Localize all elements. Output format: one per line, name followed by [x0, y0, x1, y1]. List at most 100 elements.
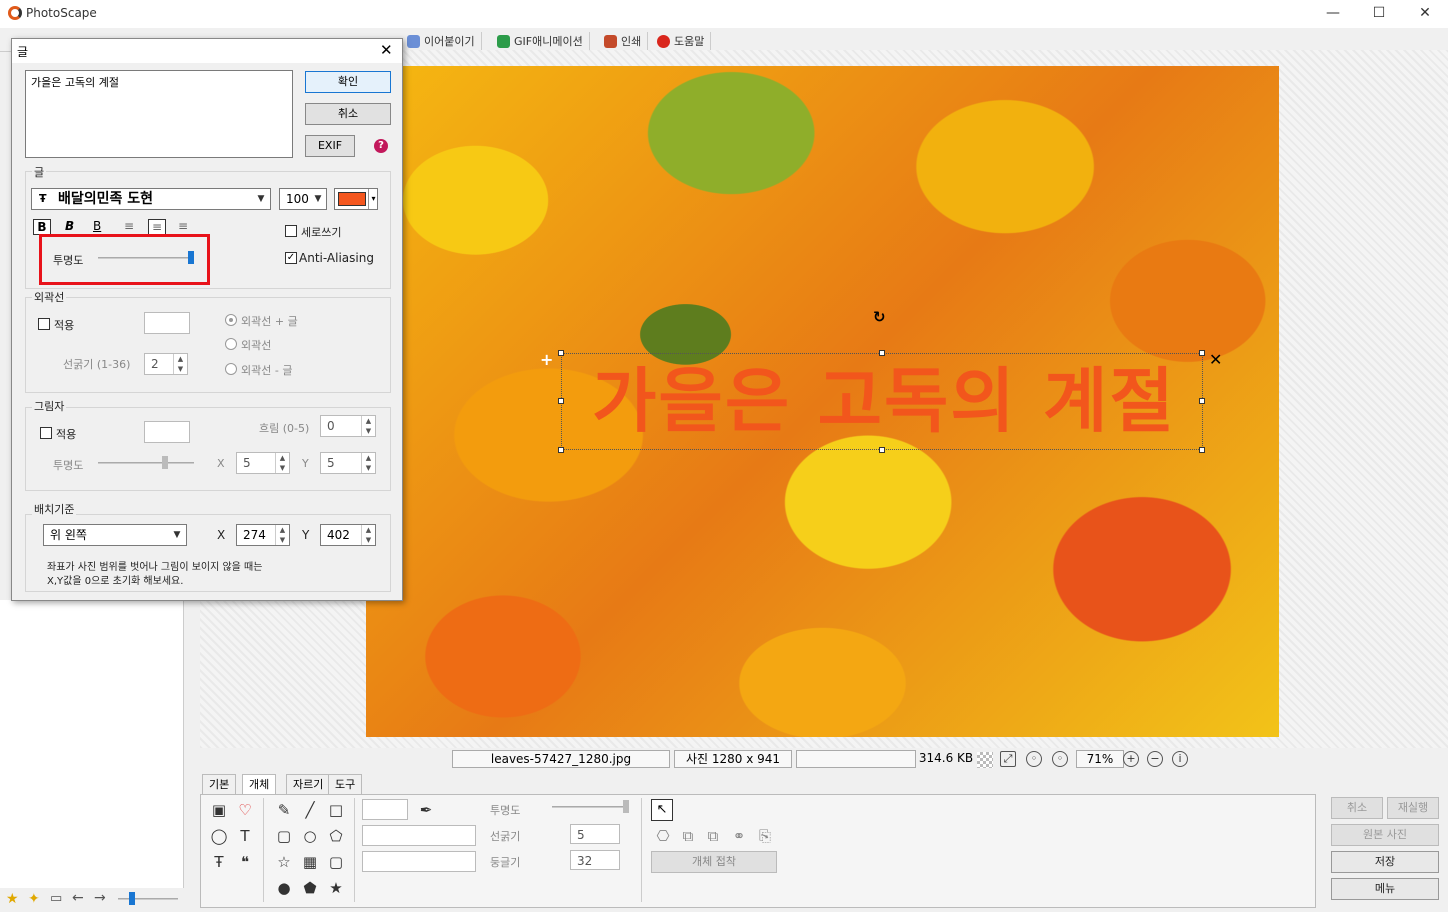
zoom-out-icon[interactable]: − — [1147, 751, 1163, 767]
info-icon[interactable]: i — [1172, 751, 1188, 767]
spinner-arrows[interactable]: ▲ ▼ — [361, 525, 375, 545]
close-window-button[interactable]: ✕ — [1410, 4, 1440, 22]
tab-tools[interactable]: 도구 — [328, 774, 363, 794]
outline-only-radio[interactable] — [225, 338, 237, 350]
thumbnail-size-thumb[interactable] — [129, 892, 135, 905]
tab-print[interactable]: 인쇄 — [601, 32, 649, 51]
resize-handle[interactable] — [1199, 447, 1205, 453]
tab-gif-animation[interactable]: GIF애니메이션 — [494, 32, 590, 51]
resize-handle[interactable] — [558, 398, 564, 404]
resize-handle[interactable] — [558, 350, 564, 356]
shape-color-picker[interactable] — [362, 799, 408, 820]
eyedropper-icon[interactable]: ✒ — [416, 800, 436, 820]
rounded-rect-icon[interactable]: ▢ — [274, 826, 294, 846]
bottom-opacity-thumb[interactable] — [623, 800, 629, 813]
font-select[interactable]: 배달의민족 도현 — [31, 188, 271, 210]
shadow-apply-checkbox[interactable] — [40, 427, 52, 439]
tab-crop[interactable]: 자르기 — [286, 774, 331, 794]
bottom-roundness-input[interactable]: 32 — [570, 850, 620, 870]
bottom-thickness-input[interactable]: 5 — [570, 824, 620, 844]
cancel-button[interactable]: 취소 — [305, 103, 391, 125]
rotate-handle-icon[interactable]: ↻ — [873, 308, 886, 326]
spinner-arrows[interactable]: ▲ ▼ — [173, 354, 187, 374]
object-back-icon[interactable]: ⧉ — [703, 826, 723, 846]
fit-window-icon[interactable]: ⤢ — [1000, 751, 1016, 767]
outline-plus-text-radio[interactable] — [225, 314, 237, 326]
attach-object-button[interactable]: 개체 접착 — [651, 851, 777, 873]
shadow-opacity-slider[interactable] — [98, 462, 194, 464]
speech-bubble-icon[interactable]: ◯ — [209, 826, 229, 846]
chevron-down-icon[interactable]: ▼ — [310, 189, 326, 209]
text-tool-icon[interactable]: T — [235, 826, 255, 846]
outline-minus-text-radio[interactable] — [225, 363, 237, 375]
zoom-fit-icon[interactable]: ◦ — [1026, 751, 1042, 767]
frame-heart-icon[interactable]: ♡ — [235, 800, 255, 820]
shadow-opacity-thumb[interactable] — [162, 456, 168, 469]
maximize-button[interactable]: ☐ — [1364, 4, 1394, 22]
zoom-actual-icon[interactable]: ◦ — [1052, 751, 1068, 767]
dialog-close-icon[interactable]: ✕ — [380, 41, 393, 59]
star-icon[interactable]: ★ — [6, 891, 19, 907]
tab-basic[interactable]: 기본 — [202, 774, 237, 794]
tab-object[interactable]: 개체 — [242, 774, 277, 795]
align-right-icon[interactable]: ≡ — [178, 219, 188, 233]
font-color-picker[interactable]: ▾ — [334, 188, 378, 210]
align-left-icon[interactable]: ≡ — [124, 219, 134, 233]
filled-star-icon[interactable]: ★ — [326, 878, 346, 898]
underline-icon[interactable]: B — [93, 219, 101, 233]
chevron-down-icon[interactable]: ▾ — [368, 189, 378, 209]
object-copy-icon[interactable]: ⎘ — [755, 826, 775, 846]
star-icon[interactable]: ☆ — [274, 852, 294, 872]
filled-rect-icon[interactable]: ▦ — [300, 852, 320, 872]
object-layer-icon[interactable]: ⎔ — [653, 826, 673, 846]
menu-button[interactable]: 메뉴 — [1331, 878, 1439, 900]
minimize-button[interactable]: — — [1318, 4, 1348, 22]
spinner-arrows[interactable]: ▲ ▼ — [275, 525, 289, 545]
redo-button[interactable]: 재실행 — [1387, 797, 1439, 819]
italic-icon[interactable]: B — [65, 219, 74, 233]
spinner-arrows[interactable]: ▲ ▼ — [275, 453, 289, 473]
transparency-grid-icon[interactable] — [977, 752, 993, 768]
delete-object-icon[interactable]: ✕ — [1209, 350, 1222, 369]
circle-icon[interactable]: ○ — [300, 826, 320, 846]
bold-icon[interactable]: B — [33, 219, 51, 235]
pentagon-icon[interactable]: ⬠ — [326, 826, 346, 846]
forward-arrow-icon[interactable]: → — [94, 890, 106, 906]
select-pointer-icon[interactable]: ↖ — [651, 799, 673, 821]
exif-button[interactable]: EXIF — [305, 135, 355, 157]
undo-button[interactable]: 취소 — [1331, 797, 1383, 819]
resize-handle[interactable] — [879, 447, 885, 453]
filled-circle-icon[interactable]: ● — [274, 878, 294, 898]
placement-select[interactable]: 위 왼쪽 — [43, 524, 187, 546]
brush-icon[interactable]: ✎ — [274, 800, 294, 820]
stars-icon[interactable]: ✦ — [28, 891, 40, 907]
resize-handle[interactable] — [879, 350, 885, 356]
text-style-icon[interactable]: Ŧ — [209, 852, 229, 872]
object-front-icon[interactable]: ⧉ — [678, 826, 698, 846]
outline-color-picker[interactable] — [144, 312, 190, 334]
folder-icon[interactable]: ▭ — [50, 891, 62, 906]
selection-box[interactable] — [561, 353, 1203, 450]
resize-handle[interactable] — [558, 447, 564, 453]
spinner-arrows[interactable]: ▲ ▼ — [361, 453, 375, 473]
tab-combine[interactable]: 이어붙이기 — [404, 32, 482, 51]
text-content-input[interactable]: 가을은 고독의 계절 — [25, 70, 293, 158]
photo-insert-icon[interactable]: ▣ — [209, 800, 229, 820]
rectangle-icon[interactable]: □ — [326, 800, 346, 820]
resize-handle[interactable] — [1199, 398, 1205, 404]
chevron-down-icon[interactable]: ▼ — [169, 525, 185, 545]
outline-apply-checkbox[interactable] — [38, 318, 50, 330]
help-icon[interactable]: ? — [374, 139, 388, 153]
zoom-in-icon[interactable]: + — [1123, 751, 1139, 767]
object-group-icon[interactable]: ⚭ — [729, 826, 749, 846]
fill-style-select[interactable] — [362, 851, 476, 872]
align-center-icon[interactable]: ≡ — [148, 219, 166, 235]
line-style-select[interactable] — [362, 825, 476, 846]
original-photo-button[interactable]: 원본 사진 — [1331, 824, 1439, 846]
thumbnail-size-slider[interactable] — [118, 898, 178, 900]
filled-pentagon-icon[interactable]: ⬟ — [300, 878, 320, 898]
save-button[interactable]: 저장 — [1331, 851, 1439, 873]
bottom-opacity-slider[interactable] — [552, 806, 628, 808]
chevron-down-icon[interactable]: ▼ — [253, 189, 269, 209]
quote-icon[interactable]: ❝ — [235, 852, 255, 872]
